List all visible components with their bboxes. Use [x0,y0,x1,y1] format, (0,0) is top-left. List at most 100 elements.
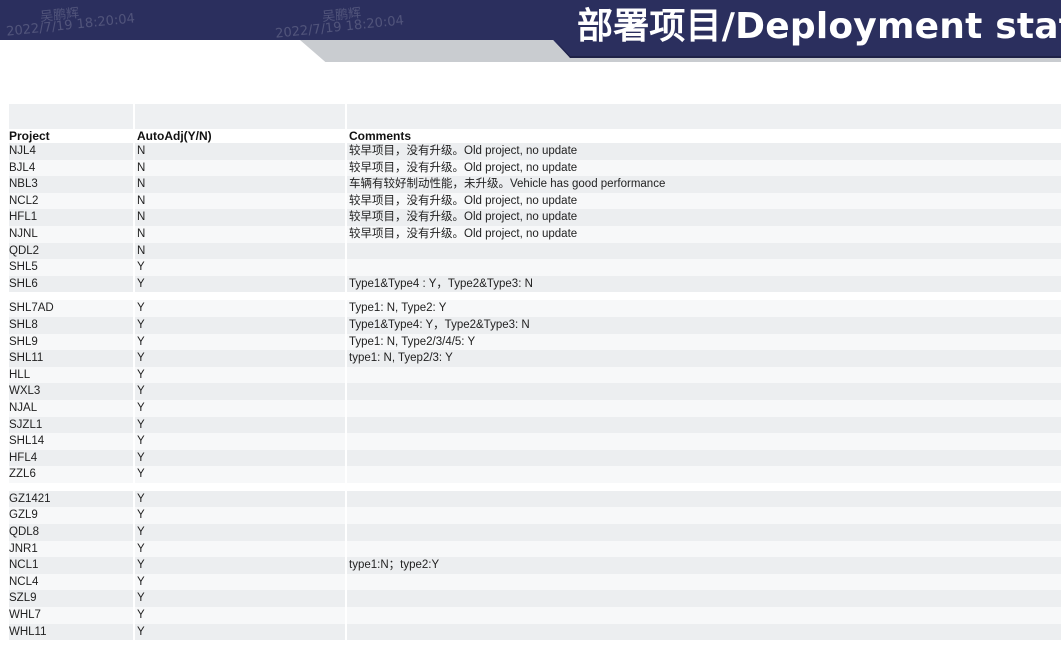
table-row: SHL8 Y Type1&Type4: Y，Type2&Type3: N [9,316,1061,334]
project-cell: SHL9 [9,333,133,351]
column-header-autoadj: AutoAdj(Y/N) [133,129,345,143]
table-row: HFL1 N 较早项目，没有升级。Old project, no update [9,209,1061,226]
project-cell: SZL9 [9,590,133,608]
autoadj-cell: Y [133,524,345,541]
autoadj-cell: N [133,242,345,260]
comment-cell [345,366,1061,384]
autoadj-cell: Y [133,300,345,317]
comment-cell [345,383,1061,400]
table-row: SZL9 Y [9,590,1061,608]
autoadj-cell: N [133,143,345,160]
autoadj-cell: Y [133,449,345,467]
table-row: NCL4 Y [9,573,1061,591]
project-cell: SHL8 [9,316,133,334]
table-row: SJZL1 Y [9,416,1061,434]
comment-cell [345,524,1061,541]
project-cell: SJZL1 [9,416,133,434]
table-row: QDL8 Y [9,524,1061,541]
autoadj-cell: Y [133,557,345,574]
autoadj-cell: Y [133,623,345,641]
project-cell: SHL5 [9,259,133,276]
table-row: JNR1 Y [9,540,1061,558]
table-row: SHL9 Y Type1: N, Type2/3/4/5: Y [9,333,1061,351]
project-cell: WHL7 [9,607,133,624]
project-cell: HFL1 [9,209,133,226]
table-row: NJNL N 较早项目，没有升级。Old project, no update [9,225,1061,243]
project-cell: SHL6 [9,275,133,293]
comment-cell [345,399,1061,417]
autoadj-cell: Y [133,383,345,400]
comment-cell [345,242,1061,260]
autoadj-cell: Y [133,259,345,276]
project-cell: QDL8 [9,524,133,541]
table-row: WHL11 Y [9,623,1061,641]
comment-cell: 车辆有较好制动性能，未升级。Vehicle has good performan… [345,176,1061,193]
comment-cell: Type1&Type4 : Y，Type2&Type3: N [345,275,1061,293]
autoadj-cell: Y [133,590,345,608]
autoadj-cell: Y [133,466,345,483]
autoadj-cell: N [133,225,345,243]
band-cell [9,104,133,129]
autoadj-cell: N [133,209,345,226]
project-cell: HFL4 [9,449,133,467]
table-row: BJL4 N 较早项目，没有升级。Old project, no update [9,159,1061,177]
comment-cell: Type1: N, Type2: Y [345,300,1061,317]
project-cell: NCL4 [9,573,133,591]
comment-cell [345,466,1061,483]
table-row: SHL7AD Y Type1: N, Type2: Y [9,300,1061,317]
table-row: ZZL6 Y [9,466,1061,483]
table-row: NJL4 N 较早项目，没有升级。Old project, no update [9,143,1061,160]
project-cell: NJNL [9,225,133,243]
autoadj-cell: Y [133,607,345,624]
table-row: NBL3 N 车辆有较好制动性能，未升级。Vehicle has good perf… [9,176,1061,193]
project-cell: GZL9 [9,507,133,525]
comment-cell [345,623,1061,641]
comment-cell [345,573,1061,591]
table-row: WHL7 Y [9,607,1061,624]
comment-cell: type1: N, Tyep2/3: Y [345,350,1061,367]
comment-cell [345,449,1061,467]
band-cell [133,104,345,129]
project-cell: NCL2 [9,192,133,210]
autoadj-cell: Y [133,490,345,508]
table-top-band [9,104,1061,129]
band-cell [345,104,1061,129]
project-cell: WXL3 [9,383,133,400]
page-title: 部署项目/Deployment stat [577,6,1061,47]
comment-cell [345,607,1061,624]
table-row: NJAL Y [9,399,1061,417]
autoadj-cell: N [133,176,345,193]
table-row: SHL5 Y [9,259,1061,276]
autoadj-cell: Y [133,540,345,558]
comment-cell [345,490,1061,508]
table-body: NJL4 N 较早项目，没有升级。Old project, no update BJL… [9,143,1061,641]
project-cell: NBL3 [9,176,133,193]
autoadj-cell: Y [133,573,345,591]
project-cell: WHL11 [9,623,133,641]
project-cell: HLL [9,366,133,384]
project-cell: SHL7AD [9,300,133,317]
autoadj-cell: Y [133,350,345,367]
project-cell: NCL1 [9,557,133,574]
table-row: WXL3 Y [9,383,1061,400]
column-header-comments: Comments [345,129,1061,143]
comment-cell: type1:N；type2:Y [345,557,1061,574]
deployment-table: Project AutoAdj(Y/N) Comments NJL4 N 较早项目，… [9,104,1061,641]
autoadj-cell: Y [133,433,345,450]
column-header-project: Project [9,129,133,143]
table-row: NCL1 Ytype1:N；type2:Y [9,557,1061,574]
project-cell: NJL4 [9,143,133,160]
autoadj-cell: Y [133,507,345,525]
project-cell: SHL14 [9,433,133,450]
comment-cell [345,590,1061,608]
autoadj-cell: N [133,192,345,210]
comment-cell: 较早项目，没有升级。Old project, no update [345,192,1061,210]
autoadj-cell: Y [133,316,345,334]
autoadj-cell: Y [133,416,345,434]
project-cell: BJL4 [9,159,133,177]
comment-cell: 较早项目，没有升级。Old project, no update [345,209,1061,226]
autoadj-cell: Y [133,333,345,351]
autoadj-cell: Y [133,366,345,384]
comment-cell [345,507,1061,525]
comment-cell: 较早项目，没有升级。Old project, no update [345,225,1061,243]
